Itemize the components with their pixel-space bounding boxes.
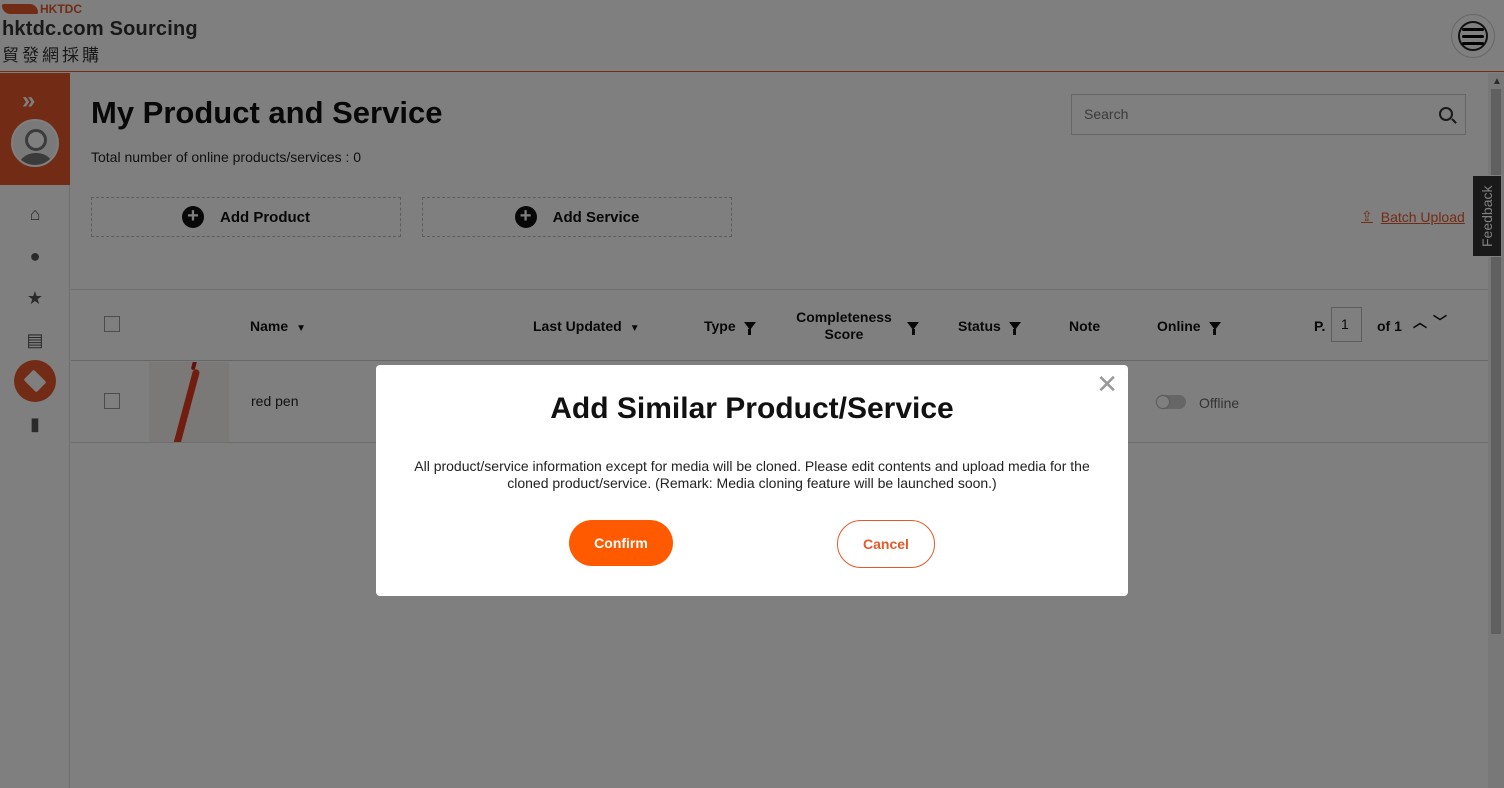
add-similar-dialog: ✕ Add Similar Product/Service All produc…	[376, 365, 1128, 596]
dialog-message: All product/service information except f…	[414, 458, 1090, 491]
confirm-button[interactable]: Confirm	[569, 520, 673, 566]
dialog-title: Add Similar Product/Service	[550, 392, 954, 425]
cancel-button[interactable]: Cancel	[837, 520, 935, 568]
